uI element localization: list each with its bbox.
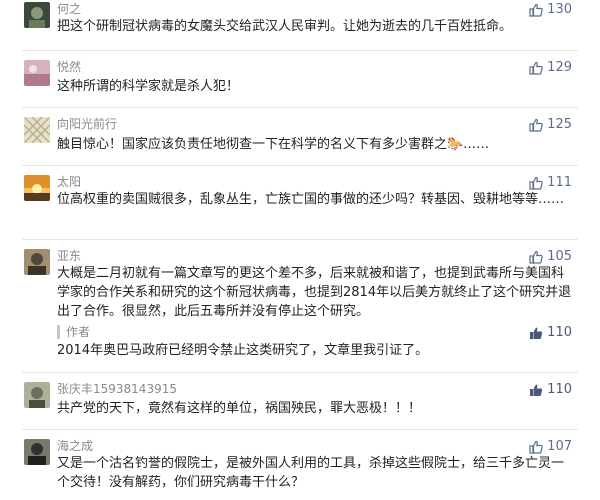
divider (22, 165, 578, 166)
like-count: 129 (547, 60, 572, 75)
reply-like-button[interactable]: 110 (529, 325, 572, 341)
comment-username[interactable]: 太阳 (57, 174, 81, 190)
reply-text: 2014年奥巴马政府已经明令禁止这类研究了，文章里我引证了。 (57, 343, 429, 358)
thumbs-up-icon (529, 118, 543, 132)
like-count: 111 (547, 175, 572, 190)
divider (22, 239, 578, 240)
avatar[interactable] (24, 117, 50, 143)
like-count: 110 (547, 325, 572, 340)
comment-username[interactable]: 张庆丰15938143915 (57, 381, 177, 397)
thumbs-up-icon (529, 440, 543, 454)
comment-text: 触目惊心！国家应该负责任地彻查一下在科学的名义下有多少害群之🐎…… (57, 137, 490, 152)
thumbs-up-filled-icon (530, 384, 543, 396)
like-count: 110 (547, 382, 572, 397)
like-count: 107 (547, 439, 572, 454)
comment-text: 把这个研制冠状病毒的女魔头交给武汉人民审判。让她为逝去的几千百姓抵命。 (57, 19, 513, 34)
comment-text: 位高权重的卖国贼很多，乱象丛生，亡族亡国的事做的还少吗？转基因、毁耕地等等…… (57, 192, 565, 207)
avatar[interactable] (24, 60, 50, 86)
thumbs-up-icon (529, 61, 543, 75)
like-count: 125 (547, 117, 572, 132)
like-button[interactable]: 130 (529, 2, 572, 18)
comment-username[interactable]: 向阳光前行 (57, 116, 117, 132)
comment-text: 大概是二月初就有一篇文章写的更这个差不多，后来就被和谐了，也提到武毒所与美国科学… (57, 266, 572, 319)
like-count: 130 (547, 2, 572, 17)
like-button[interactable]: 125 (529, 117, 572, 133)
divider (22, 372, 578, 373)
thumbs-up-icon (529, 176, 543, 190)
reply-author: 作者 (66, 325, 91, 339)
comment-username[interactable]: 海之成 (57, 438, 93, 454)
comment-text: 共产党的天下，竟然有这样的单位，祸国殃民，罪大恶极！！！ (57, 401, 422, 416)
like-button[interactable]: 107 (529, 439, 572, 455)
divider (22, 50, 578, 51)
avatar[interactable] (24, 2, 50, 28)
thumbs-up-icon (529, 250, 543, 264)
divider (22, 107, 578, 108)
avatar[interactable] (24, 249, 50, 275)
like-button[interactable]: 111 (529, 175, 572, 191)
comment-username[interactable]: 亚东 (57, 248, 81, 264)
reply-indicator (57, 325, 60, 339)
avatar[interactable] (24, 175, 50, 201)
like-button[interactable]: 105 (529, 249, 572, 265)
comment-username[interactable]: 何之 (57, 1, 81, 17)
author-reply-label: 作者 (57, 324, 90, 340)
thumbs-up-icon (529, 3, 543, 17)
avatar[interactable] (24, 382, 50, 408)
avatar[interactable] (24, 439, 50, 465)
like-button[interactable]: 110 (529, 382, 572, 398)
comment-text: 又是一个沽名钓誉的假院士，是被外国人利用的工具，杀掉这些假院士，给三千多亡灵一个… (57, 456, 565, 490)
comment-text: 这种所谓的科学家就是杀人犯！ (57, 79, 240, 94)
comment-username[interactable]: 悦然 (57, 59, 81, 75)
like-button[interactable]: 129 (529, 60, 572, 76)
divider (22, 429, 578, 430)
like-count: 105 (547, 249, 572, 264)
thumbs-up-filled-icon (530, 327, 543, 339)
